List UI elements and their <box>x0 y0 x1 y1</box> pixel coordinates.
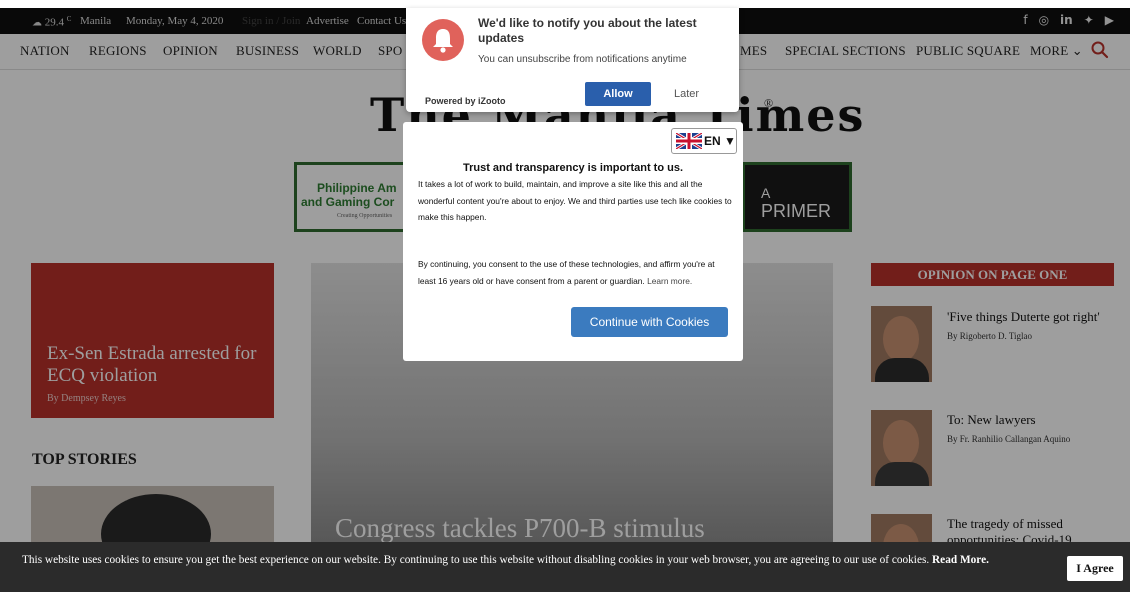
language-label: EN ▼ <box>704 134 736 148</box>
i-agree-button[interactable]: I Agree <box>1067 556 1123 581</box>
language-selector[interactable]: EN ▼ <box>671 128 737 154</box>
notify-title: We'd like to notify you about the latest… <box>478 16 697 45</box>
allow-button[interactable]: Allow <box>585 82 651 106</box>
uk-flag-icon <box>676 133 702 149</box>
cookie-consent-dialog: EN ▼ Trust and transparency is important… <box>403 122 743 361</box>
later-button[interactable]: Later <box>674 88 699 100</box>
cookie-notice-text: This website uses cookies to ensure you … <box>22 553 1052 568</box>
consent-paragraph-2: By continuing, you consent to the use of… <box>418 256 734 289</box>
continue-with-cookies-button[interactable]: Continue with Cookies <box>571 307 728 337</box>
push-notification-prompt: We'd like to notify you about the latest… <box>406 8 739 112</box>
bell-icon <box>422 19 464 61</box>
learn-more-link[interactable]: Learn more. <box>647 276 692 286</box>
consent-title: Trust and transparency is important to u… <box>462 162 684 174</box>
consent-paragraph-1: It takes a lot of work to build, maintai… <box>418 179 732 222</box>
powered-by: Powered by iZooto <box>425 96 506 106</box>
notify-subtitle: You can unsubscribe from notifications a… <box>478 54 687 65</box>
cookie-notice-bar: This website uses cookies to ensure you … <box>0 542 1130 592</box>
read-more-link[interactable]: Read More. <box>932 554 989 566</box>
cookie-notice-message: This website uses cookies to ensure you … <box>22 554 930 566</box>
